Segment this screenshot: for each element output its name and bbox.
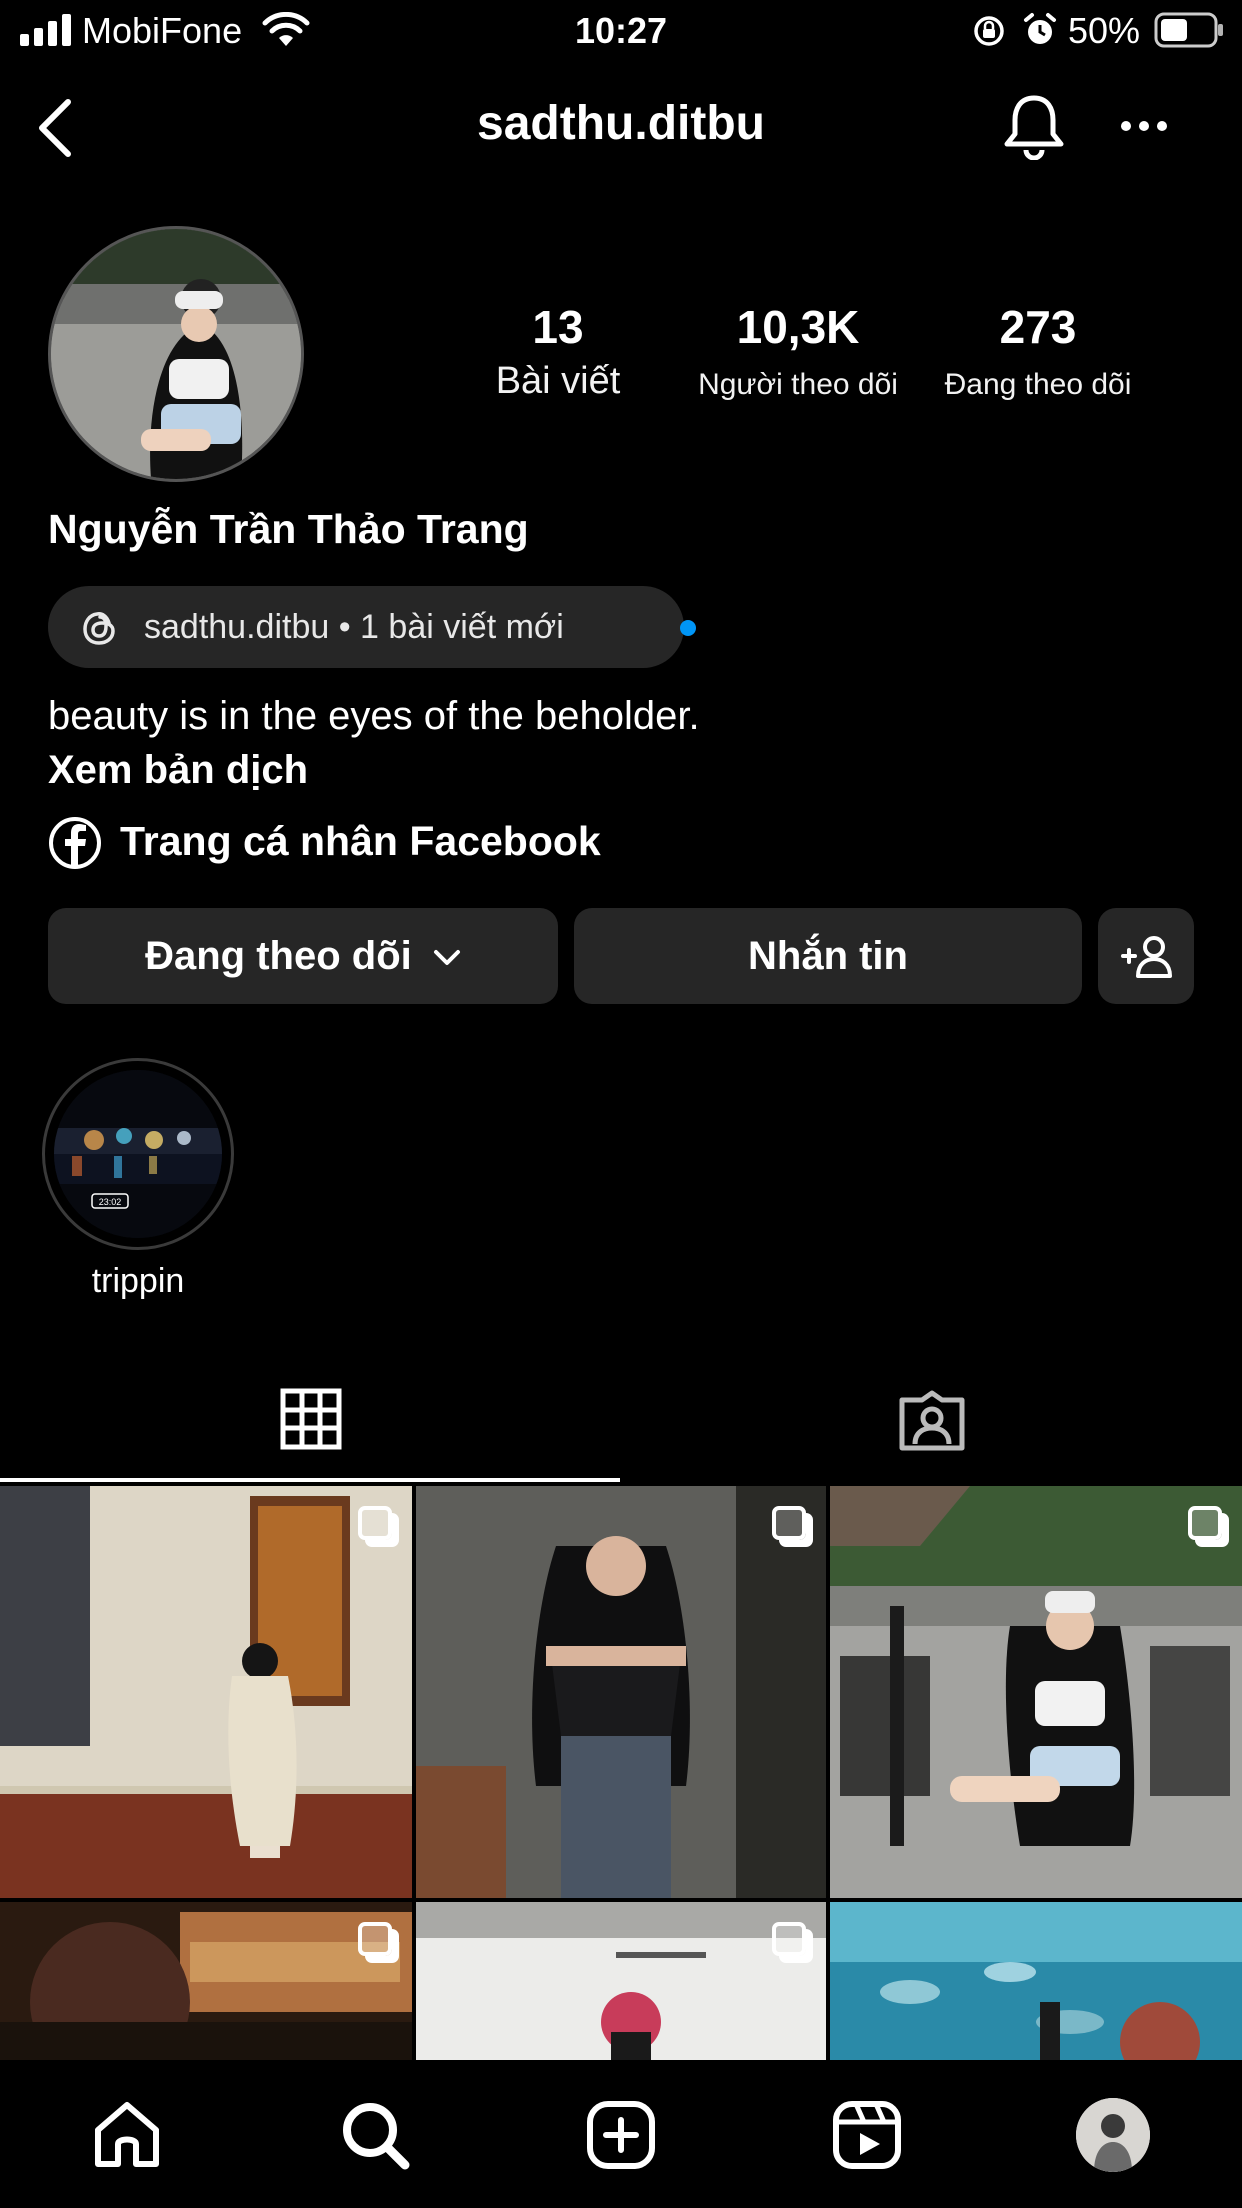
stat-posts-value: 13 (532, 301, 584, 353)
threads-badge[interactable]: sadthu.ditbu • 1 bài viết mới (48, 586, 696, 668)
highlight-stamp: 23:02 (99, 1197, 122, 1207)
post-image (416, 1902, 826, 2060)
threads-badge-text: sadthu.ditbu • 1 bài viết mới (144, 608, 564, 646)
message-button[interactable]: Nhắn tin (574, 908, 1082, 1004)
bell-icon[interactable] (1002, 94, 1066, 160)
post-image (0, 1486, 412, 1898)
profile-avatar-image (1076, 2098, 1150, 2172)
facebook-profile-link[interactable]: Trang cá nhân Facebook (120, 818, 601, 865)
stat-posts-label: Bài viết (495, 360, 621, 402)
profile-avatar[interactable] (48, 226, 304, 482)
chevron-down-icon (433, 950, 460, 966)
carousel-icon (772, 1506, 806, 1540)
carousel-icon (358, 1506, 392, 1540)
highlight-cover-image: 23:02 (54, 1070, 222, 1238)
post-image (0, 1902, 412, 2060)
stat-followers-value: 10,3K (736, 301, 860, 353)
carousel-icon (1188, 1506, 1222, 1540)
display-name: Nguyễn Trần Thảo Trang (48, 506, 529, 552)
battery-percentage: 50% (1068, 10, 1141, 51)
post-thumbnail[interactable] (416, 1902, 826, 2060)
create-icon[interactable] (586, 2100, 656, 2170)
post-image (830, 1902, 1242, 2060)
following-dropdown-button[interactable]: Đang theo dõi (48, 908, 558, 1004)
grid-icon[interactable] (280, 1388, 342, 1450)
highlight-label: trippin (91, 1262, 185, 1300)
post-thumbnail[interactable] (830, 1486, 1242, 1898)
story-highlight[interactable]: 23:02 (42, 1058, 234, 1250)
stat-following[interactable]: 273 Đang theo dõi (918, 300, 1158, 402)
stat-following-label: Đang theo dõi (944, 368, 1132, 401)
message-button-label: Nhắn tin (748, 934, 908, 978)
active-tab-indicator (0, 1478, 620, 1482)
stat-following-value: 273 (999, 301, 1077, 353)
profile-avatar[interactable] (1076, 2098, 1150, 2172)
stat-posts[interactable]: 13 Bài viết (458, 300, 658, 403)
post-thumbnail[interactable] (0, 1902, 412, 2060)
highlight-cover: 23:02 (54, 1070, 222, 1238)
add-person-icon (1121, 936, 1172, 978)
stat-followers-label: Người theo dõi (698, 368, 898, 401)
following-button-label: Đang theo dõi (145, 934, 412, 978)
carousel-icon (772, 1922, 806, 1956)
bottom-nav-bar (0, 2060, 1242, 2208)
see-translation-link[interactable]: Xem bản dịch (48, 748, 308, 793)
post-thumbnail[interactable] (416, 1486, 826, 1898)
avatar-photo (51, 229, 301, 479)
post-image (830, 1486, 1242, 1898)
home-icon[interactable] (92, 2100, 162, 2170)
more-dots-icon[interactable] (1120, 118, 1168, 134)
carousel-icon (358, 1922, 392, 1956)
alarm-icon (1024, 13, 1056, 44)
post-thumbnail[interactable] (830, 1902, 1242, 2060)
new-post-dot (680, 620, 696, 636)
post-image (416, 1486, 826, 1898)
search-icon[interactable] (340, 2100, 410, 2170)
status-bar: MobiFone 10:27 50% (0, 0, 1242, 62)
battery-icon (1154, 12, 1223, 48)
suggest-users-button[interactable] (1098, 908, 1194, 1004)
facebook-icon (49, 817, 101, 869)
orientation-lock-icon (974, 16, 1004, 46)
post-thumbnail[interactable] (0, 1486, 412, 1898)
tagged-icon[interactable] (898, 1390, 966, 1452)
threads-icon (83, 612, 115, 645)
stat-followers[interactable]: 10,3K Người theo dõi (680, 300, 916, 402)
reels-icon[interactable] (832, 2100, 902, 2170)
bio-text: beauty is in the eyes of the beholder. (48, 694, 700, 738)
